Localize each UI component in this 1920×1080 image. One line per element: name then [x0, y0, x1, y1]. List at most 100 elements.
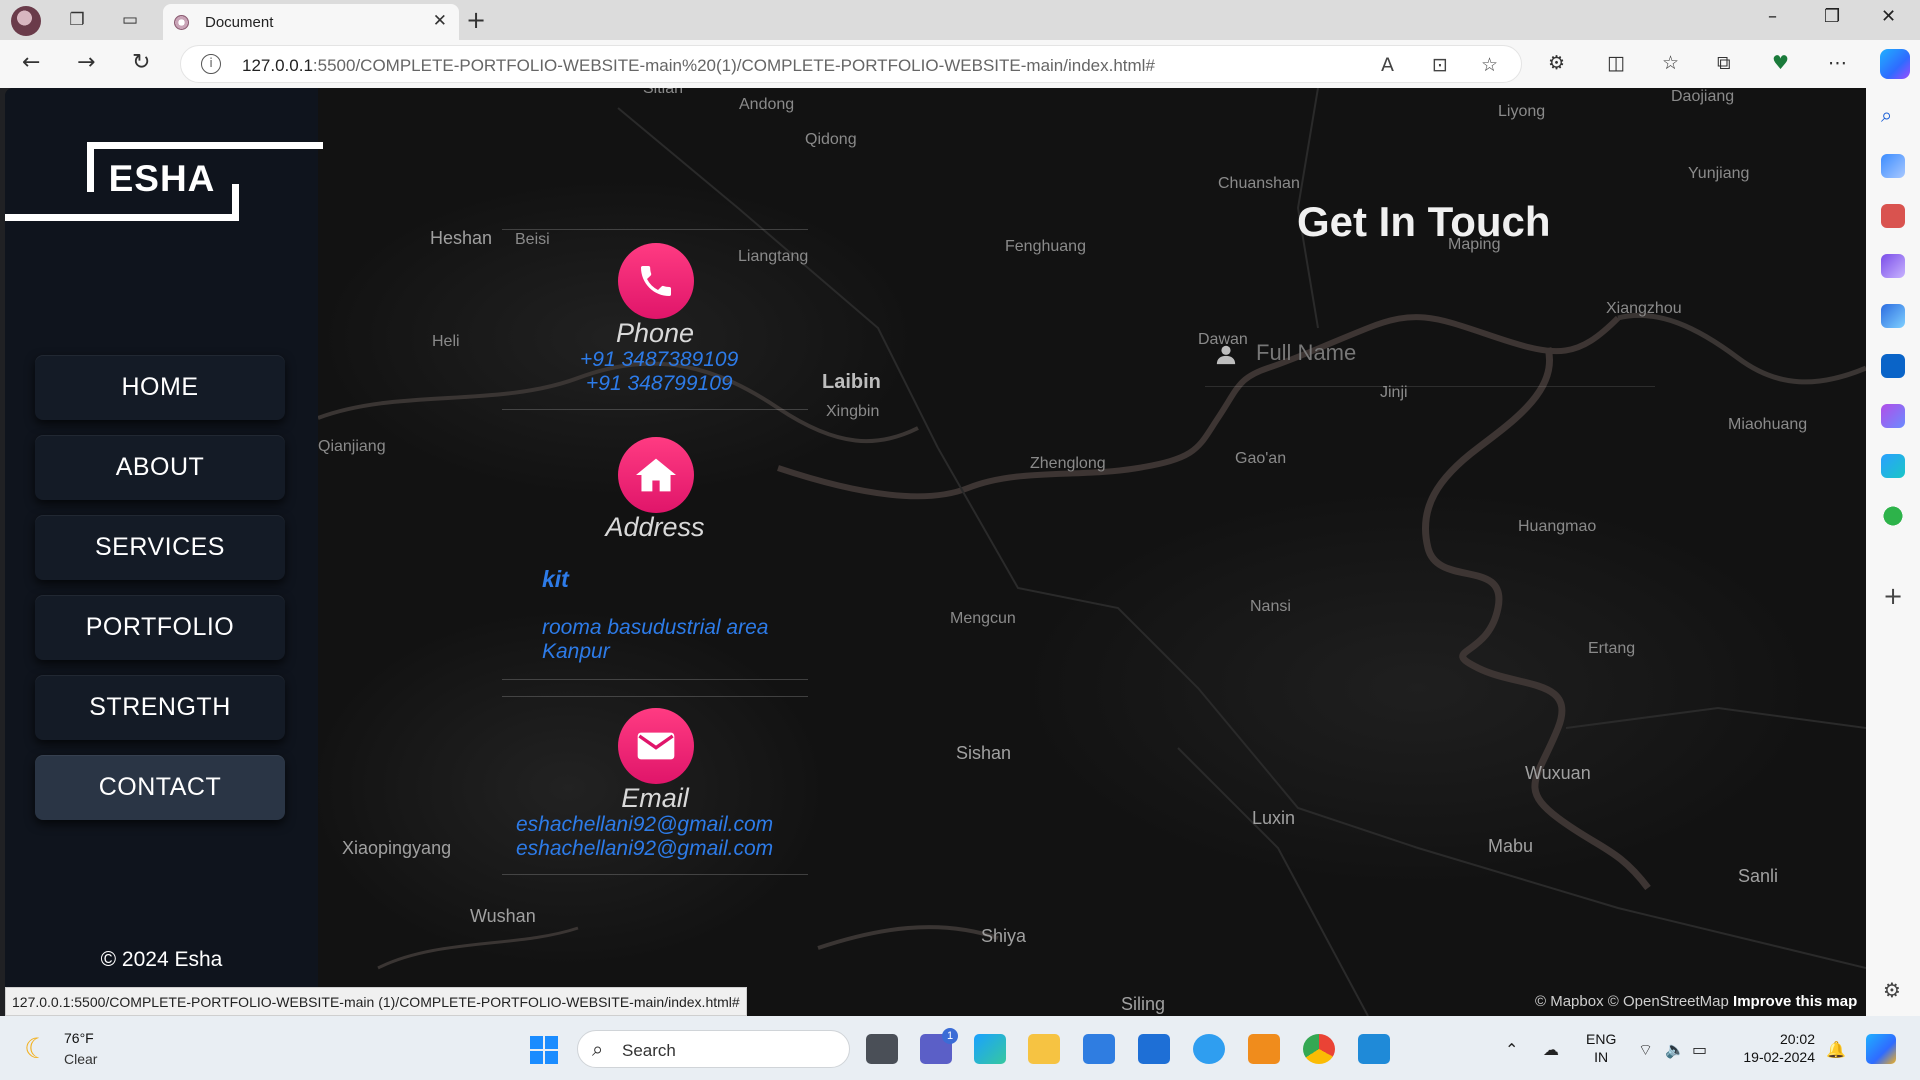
volume-icon[interactable]: 🔈	[1665, 1040, 1685, 1059]
designer-icon[interactable]	[1881, 404, 1905, 428]
shopping-icon[interactable]	[1881, 154, 1905, 178]
weather-temp[interactable]: 76°F	[64, 1030, 94, 1046]
edge-taskbar-icon[interactable]	[974, 1034, 1006, 1064]
nav-about-button[interactable]: ABOUT	[35, 435, 285, 500]
phone-link-1[interactable]: +91 3487389109	[580, 348, 738, 372]
sublime-icon[interactable]	[1248, 1034, 1280, 1064]
map-place: Yunjiang	[1688, 165, 1750, 182]
drop-icon[interactable]	[1881, 454, 1905, 478]
battery-icon[interactable]: ▭	[1692, 1040, 1707, 1059]
vscode-icon[interactable]	[1358, 1034, 1390, 1064]
email-link-1[interactable]: eshachellani92@gmail.com	[516, 813, 773, 837]
add-sidebar-app-icon[interactable]: +	[1883, 582, 1903, 610]
tree-icon[interactable]	[1881, 504, 1905, 528]
workspaces-icon[interactable]: ❐	[62, 6, 92, 34]
site-logo[interactable]: ESHA	[87, 158, 237, 200]
phone-title: Phone	[615, 318, 695, 348]
taskbar-search[interactable]: ⌕ Search	[577, 1030, 850, 1068]
immersive-reader-icon[interactable]: ⊡	[1432, 54, 1448, 76]
copilot-icon[interactable]	[1880, 49, 1910, 79]
close-window-icon[interactable]: ✕	[1881, 6, 1896, 27]
outlook-icon[interactable]	[1881, 354, 1905, 378]
map-place: Daojiang	[1671, 88, 1735, 105]
back-icon[interactable]: ←	[22, 50, 40, 75]
favorite-star-icon[interactable]: ☆	[1481, 54, 1498, 76]
nav-contact-button[interactable]: CONTACT	[35, 755, 285, 820]
map-place: Heli	[432, 333, 460, 350]
map-place: Qianjiang	[318, 438, 386, 455]
map-place: Sanli	[1738, 866, 1779, 886]
tab-favicon-icon	[174, 15, 189, 30]
store-icon[interactable]	[1083, 1034, 1115, 1064]
myhp-icon[interactable]	[1138, 1034, 1170, 1064]
sidebar-settings-icon[interactable]: ⚙	[1883, 978, 1901, 1002]
collections-icon[interactable]: ⧉	[1717, 52, 1731, 74]
split-screen-icon[interactable]: ◫	[1607, 52, 1625, 74]
full-name-field[interactable]: Full Name	[1205, 325, 1655, 387]
improve-map-link[interactable]: Improve this map	[1733, 993, 1857, 1010]
minimize-icon[interactable]: –	[1768, 6, 1777, 27]
phone-link-2[interactable]: +91 348799109	[586, 372, 733, 396]
show-hidden-icons[interactable]: ⌃	[1505, 1040, 1518, 1059]
copilot-taskbar-icon[interactable]	[1866, 1034, 1896, 1064]
extensions-icon[interactable]: ⚙	[1548, 52, 1565, 74]
map-place: Luxin	[1252, 808, 1296, 828]
map-place: Qidong	[805, 131, 857, 148]
language-indicator[interactable]: ENG IN	[1586, 1030, 1616, 1066]
email-link-2[interactable]: eshachellani92@gmail.com	[516, 837, 773, 861]
map-place: Andong	[739, 96, 795, 113]
vertical-tabs-icon[interactable]: ▭	[115, 6, 145, 34]
browser-essentials-icon[interactable]: ♥	[1772, 52, 1789, 74]
map-place: Xiaopingyang	[342, 838, 452, 858]
map-place: Wushan	[470, 906, 536, 926]
favorites-icon[interactable]: ☆	[1662, 52, 1679, 74]
map-place: Ertang	[1588, 640, 1636, 657]
map-background[interactable]: Sitian Andong Qidong Heshan Beisi Liangt…	[318, 88, 1866, 1016]
notification-bell-icon[interactable]: 🔔	[1826, 1040, 1846, 1059]
logo-frame	[5, 214, 239, 221]
read-aloud-icon[interactable]: A	[1381, 54, 1394, 76]
start-button[interactable]	[530, 1036, 558, 1064]
map-place: Fenghuang	[1005, 238, 1086, 255]
chrome-icon[interactable]	[1303, 1034, 1335, 1064]
file-explorer-icon[interactable]	[1028, 1034, 1060, 1064]
weather-condition[interactable]: Clear	[64, 1051, 97, 1067]
new-tab-icon[interactable]: +	[466, 6, 486, 34]
email-title: Email	[621, 783, 689, 813]
address-line-2[interactable]: Kanpur	[542, 640, 610, 664]
address-line-1[interactable]: rooma basudustrial area	[542, 616, 768, 640]
copyright: © 2024 Esha	[100, 948, 223, 971]
search-icon[interactable]: ⌕	[1881, 103, 1905, 127]
site-info-icon[interactable]: i	[201, 54, 221, 74]
refresh-icon[interactable]: ↻	[132, 50, 150, 75]
map-place: Chuanshan	[1218, 175, 1300, 192]
map-attribution[interactable]: © Mapbox © OpenStreetMap Improve this ma…	[1535, 993, 1857, 1010]
address-url[interactable]: 127.0.0.1:5500/COMPLETE-PORTFOLIO-WEBSIT…	[242, 56, 1155, 76]
moon-icon[interactable]: ☾	[24, 1032, 49, 1065]
divider	[502, 696, 808, 697]
map-rivers	[318, 88, 1866, 1016]
onedrive-icon[interactable]: ☁	[1543, 1040, 1559, 1059]
games-icon[interactable]	[1881, 254, 1905, 278]
logo-frame	[87, 142, 323, 149]
search-icon: ⌕	[592, 1037, 604, 1061]
microsoft365-icon[interactable]	[1881, 304, 1905, 328]
forward-icon[interactable]: →	[77, 50, 95, 75]
help-icon[interactable]	[1193, 1034, 1225, 1064]
clock[interactable]: 20:02 19-02-2024	[1735, 1030, 1815, 1066]
tab-close-icon[interactable]: ✕	[433, 11, 447, 31]
tab-document[interactable]: Document ✕	[163, 4, 459, 40]
nav-portfolio-button[interactable]: PORTFOLIO	[35, 595, 285, 660]
nav-home-button[interactable]: HOME	[35, 355, 285, 420]
address-bar[interactable]: i 127.0.0.1:5500/COMPLETE-PORTFOLIO-WEBS…	[180, 45, 1522, 83]
wifi-icon[interactable]: ⌔	[1638, 1040, 1653, 1060]
nav-services-button[interactable]: SERVICES	[35, 515, 285, 580]
more-menu-icon[interactable]: ⋯	[1828, 52, 1847, 74]
task-view-icon[interactable]	[866, 1034, 898, 1064]
tools-icon[interactable]	[1881, 204, 1905, 228]
restore-icon[interactable]: ❐	[1824, 6, 1840, 27]
nav-strength-button[interactable]: STRENGTH	[35, 675, 285, 740]
address-name[interactable]: kit	[542, 566, 569, 593]
email-icon	[618, 708, 694, 784]
profile-avatar[interactable]	[11, 6, 41, 36]
